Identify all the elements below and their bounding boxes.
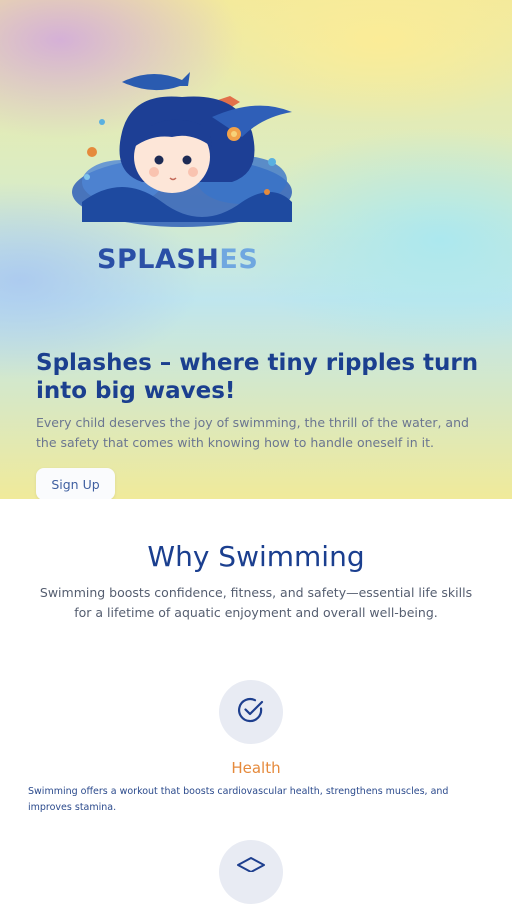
feature-description: Swimming offers a workout that boosts ca…	[28, 786, 449, 813]
feature-title: Health	[231, 759, 281, 777]
feature-icon-circle	[219, 840, 283, 904]
check-circle-icon	[236, 695, 266, 729]
logo-text-main: SPLASH	[97, 244, 220, 275]
hero-section: SPLASHES Splashes – where tiny ripples t…	[0, 0, 512, 499]
why-swimming-title: Why Swimming	[147, 540, 365, 573]
logo-text-accent: ES	[219, 244, 259, 275]
why-swimming-subtitle: Swimming boosts confidence, fitness, and…	[39, 585, 473, 620]
logo-wordmark: SPLASHES	[97, 244, 258, 275]
sign-up-button[interactable]: Sign Up	[36, 468, 115, 499]
hero-title: Splashes – where tiny ripples turn into …	[36, 350, 479, 404]
hero-subtitle: Every child deserves the joy of swimming…	[36, 415, 469, 450]
feature-icon-circle	[219, 680, 283, 744]
graduation-cap-icon	[236, 856, 266, 876]
logo-illustration	[62, 62, 302, 242]
